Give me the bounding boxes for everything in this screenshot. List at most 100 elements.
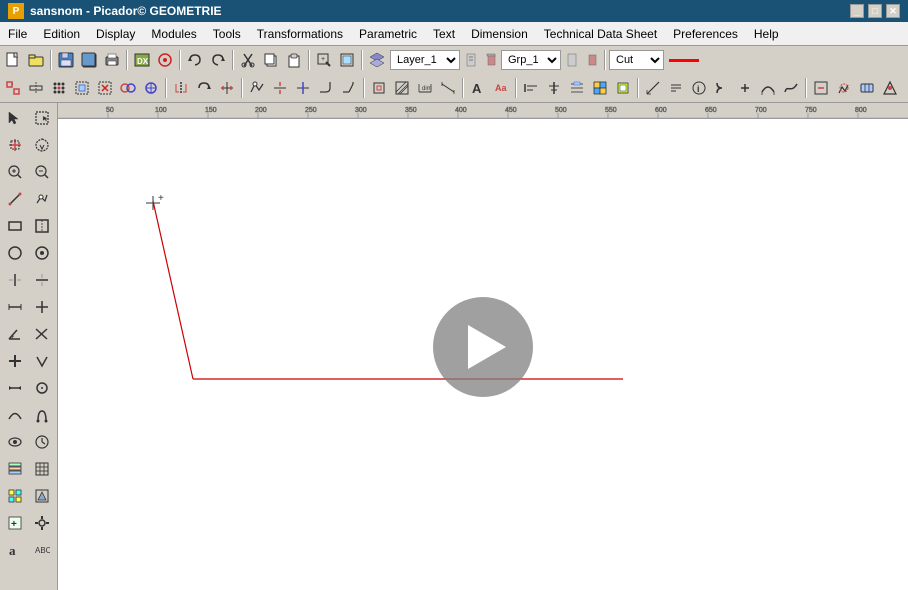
hconstraint-button[interactable]	[2, 294, 28, 320]
menu-display[interactable]: Display	[88, 25, 143, 43]
redo-button[interactable]	[207, 49, 229, 71]
formula-button[interactable]	[711, 77, 733, 99]
menu-help[interactable]: Help	[746, 25, 787, 43]
vline-button[interactable]	[2, 267, 28, 293]
group-select[interactable]: Grp_1	[501, 50, 561, 70]
menu-parametric[interactable]: Parametric	[351, 25, 425, 43]
dimension-align-button[interactable]	[437, 77, 459, 99]
menu-tools[interactable]: Tools	[205, 25, 249, 43]
layer-delete-button[interactable]	[482, 49, 500, 71]
arc2-button[interactable]	[29, 402, 55, 428]
cross-select-button[interactable]	[2, 132, 28, 158]
play-button[interactable]	[433, 297, 533, 397]
angle1-button[interactable]	[2, 321, 28, 347]
print-button[interactable]	[101, 49, 123, 71]
target-button[interactable]	[154, 49, 176, 71]
group-settings-button[interactable]	[563, 49, 581, 71]
cut-button[interactable]	[237, 49, 259, 71]
info-button[interactable]: i	[688, 77, 710, 99]
menu-file[interactable]: File	[0, 25, 35, 43]
extend-button[interactable]	[292, 77, 314, 99]
menu-modules[interactable]: Modules	[143, 25, 204, 43]
undo-button[interactable]	[184, 49, 206, 71]
cut-select[interactable]: Cut	[609, 50, 664, 70]
save-all-button[interactable]	[78, 49, 100, 71]
circle-button[interactable]	[2, 240, 28, 266]
copy-elem-button[interactable]	[117, 77, 139, 99]
extra1-button[interactable]	[810, 77, 832, 99]
grid-snap-button[interactable]	[48, 77, 70, 99]
zoom-fit-button[interactable]	[336, 49, 358, 71]
hline-button[interactable]	[29, 267, 55, 293]
circle2-button[interactable]	[29, 375, 55, 401]
select-all-button[interactable]	[71, 77, 93, 99]
snap-button[interactable]	[2, 77, 24, 99]
block-button[interactable]	[589, 77, 611, 99]
clock-button[interactable]	[29, 429, 55, 455]
align-left-button[interactable]	[520, 77, 542, 99]
rotate-button[interactable]	[193, 77, 215, 99]
zoom-in-button[interactable]	[2, 159, 28, 185]
layer-settings-button[interactable]	[462, 49, 480, 71]
text-a-btn[interactable]: a	[2, 537, 28, 563]
copy-button[interactable]	[260, 49, 282, 71]
dimension-auto-button[interactable]: dim	[414, 77, 436, 99]
properties-button[interactable]	[665, 77, 687, 99]
plus2-btn[interactable]: +	[2, 510, 28, 536]
menu-edition[interactable]: Edition	[35, 25, 88, 43]
paste-elem-button[interactable]	[140, 77, 162, 99]
grid2-btn[interactable]	[29, 483, 55, 509]
arc-button[interactable]	[2, 402, 28, 428]
cross-button[interactable]	[29, 294, 55, 320]
select-box-button[interactable]	[29, 105, 55, 131]
chamfer-button[interactable]	[338, 77, 360, 99]
block2-button[interactable]	[612, 77, 634, 99]
align-center-button[interactable]	[543, 77, 565, 99]
menu-technical-data-sheet[interactable]: Technical Data Sheet	[536, 25, 665, 43]
extra4-button[interactable]	[879, 77, 901, 99]
select-arrow-button[interactable]	[2, 105, 28, 131]
text-button[interactable]: A	[467, 77, 489, 99]
trim-button[interactable]	[269, 77, 291, 99]
import-button[interactable]: DX	[131, 49, 153, 71]
plus-button[interactable]	[2, 348, 28, 374]
menu-dimension[interactable]: Dimension	[463, 25, 536, 43]
draw-line-button[interactable]	[2, 186, 28, 212]
hatch-button[interactable]	[391, 77, 413, 99]
calc-button[interactable]	[734, 77, 756, 99]
text-abc-btn[interactable]: ABC	[29, 537, 55, 563]
group-delete-button[interactable]	[583, 49, 601, 71]
offset-button[interactable]	[368, 77, 390, 99]
lasso-button[interactable]	[29, 132, 55, 158]
array-button[interactable]	[216, 77, 238, 99]
grid-btn[interactable]	[2, 483, 28, 509]
maximize-button[interactable]: □	[868, 4, 882, 18]
minimize-button[interactable]: _	[850, 4, 864, 18]
new-button[interactable]	[2, 49, 24, 71]
gear-btn[interactable]	[29, 510, 55, 536]
point-button[interactable]	[29, 240, 55, 266]
menu-text[interactable]: Text	[425, 25, 463, 43]
measure-button[interactable]	[642, 77, 664, 99]
eye-button[interactable]	[2, 429, 28, 455]
node-edit-button[interactable]	[246, 77, 268, 99]
spline-button[interactable]	[780, 77, 802, 99]
layer2-btn[interactable]	[29, 456, 55, 482]
fillet-button[interactable]	[315, 77, 337, 99]
extra3-button[interactable]	[856, 77, 878, 99]
node-tool-button[interactable]	[29, 186, 55, 212]
save-button[interactable]	[55, 49, 77, 71]
arrow-lr-button[interactable]	[2, 375, 28, 401]
layer-select[interactable]: Layer_1	[390, 50, 460, 70]
open-button[interactable]	[25, 49, 47, 71]
rect-button[interactable]	[2, 213, 28, 239]
paste-button[interactable]	[283, 49, 305, 71]
zoom-window-button[interactable]: +	[313, 49, 335, 71]
menu-transformations[interactable]: Transformations	[249, 25, 351, 43]
extra2-button[interactable]	[833, 77, 855, 99]
vshape-button[interactable]	[29, 348, 55, 374]
arc3-button[interactable]	[757, 77, 779, 99]
align-dist-button[interactable]	[566, 77, 588, 99]
text-style-button[interactable]: Aa	[490, 77, 512, 99]
close-button[interactable]: ✕	[886, 4, 900, 18]
